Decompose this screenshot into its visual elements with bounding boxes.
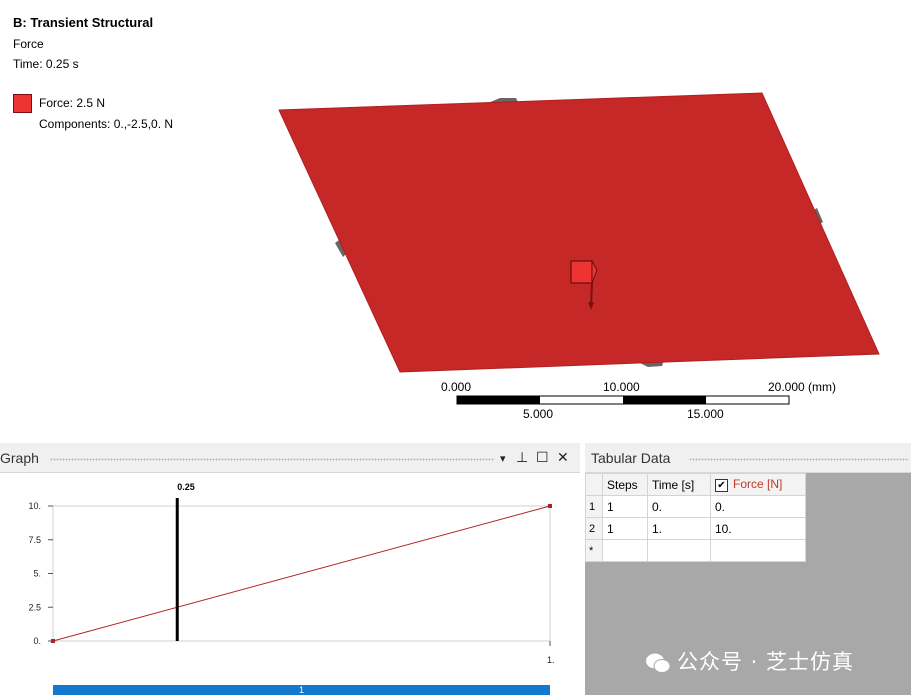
time-cursor-label: 0.25 [177, 482, 195, 492]
model-viewport[interactable]: B: Transient Structural Force Time: 0.25… [0, 0, 911, 440]
watermark-text: 公众号 · 芝士仿真 [677, 650, 855, 674]
series-line [52, 505, 551, 642]
column-force[interactable]: ✔ Force [N] [710, 473, 806, 496]
plate-surface [278, 92, 880, 373]
tabular-panel-header[interactable]: Tabular Data [585, 443, 911, 473]
graph-panel-title: Graph [0, 450, 39, 466]
column-time[interactable]: Time [s] [647, 473, 711, 496]
timeline-bar[interactable]: 1 [53, 685, 550, 695]
data-point [548, 504, 552, 508]
maximize-icon[interactable]: ☐ [536, 449, 549, 466]
row-number: 1 [585, 495, 603, 518]
cell-force[interactable]: 0. [710, 495, 806, 518]
tabular-panel-title: Tabular Data [591, 450, 671, 466]
force-time-chart[interactable]: 0. 2.5 5. 7.5 10. 1. 0.25 [0, 473, 580, 685]
scale-bar [456, 395, 790, 405]
y-tick-label: 7.5 [28, 535, 41, 545]
close-icon[interactable]: ✕ [557, 449, 569, 466]
y-tick-label: 10. [28, 501, 41, 511]
panel-grip [50, 458, 495, 461]
scale-label-10: 10.000 [603, 380, 640, 394]
data-point [51, 639, 55, 643]
scale-label-20: 20.000 (mm) [768, 380, 837, 394]
cell-force[interactable] [710, 539, 806, 562]
column-steps[interactable]: Steps [602, 473, 648, 496]
cell-steps[interactable]: 1 [602, 517, 648, 540]
table-header-row: Steps Time [s] ✔ Force [N] [585, 473, 806, 496]
scale-label-5: 5.000 [523, 407, 554, 421]
watermark: 公众号 · 芝士仿真 [645, 646, 854, 676]
wechat-icon [646, 653, 671, 673]
cell-steps[interactable]: 1 [602, 495, 648, 518]
checkbox-icon[interactable]: ✔ [715, 478, 728, 492]
cell-time[interactable] [647, 539, 711, 562]
pin-icon[interactable]: ⊥ [516, 449, 528, 466]
cell-time[interactable]: 0. [647, 495, 711, 518]
cell-steps[interactable] [602, 539, 648, 562]
model-geometry[interactable] [0, 0, 911, 440]
y-tick-label: 5. [33, 569, 41, 579]
row-number: * [585, 539, 603, 562]
corner-cell [585, 473, 603, 496]
graph-panel: Graph ▾ ⊥ ☐ ✕ 0. 2.5 5. 7.5 10. 1. 0.25 1 [0, 443, 580, 695]
table-row[interactable]: * [585, 539, 806, 562]
scale-label-15: 15.000 [687, 407, 724, 421]
panel-grip [689, 458, 909, 461]
row-number: 2 [585, 517, 603, 540]
table-row[interactable]: 1 1 0. 0. [585, 495, 806, 518]
y-tick-label: 2.5 [28, 602, 41, 612]
cell-force[interactable]: 10. [710, 517, 806, 540]
scale-label-0: 0.000 [441, 380, 472, 394]
dropdown-icon[interactable]: ▾ [500, 452, 506, 465]
table-row[interactable]: 2 1 1. 10. [585, 517, 806, 540]
tabular-data-table: Steps Time [s] ✔ Force [N] 1 1 0. 0. 2 1 … [585, 473, 806, 562]
cell-time[interactable]: 1. [647, 517, 711, 540]
y-tick-label: 0. [33, 636, 41, 646]
graph-panel-header[interactable]: Graph ▾ ⊥ ☐ ✕ [0, 443, 580, 473]
x-tick-label: 1. [547, 655, 555, 665]
